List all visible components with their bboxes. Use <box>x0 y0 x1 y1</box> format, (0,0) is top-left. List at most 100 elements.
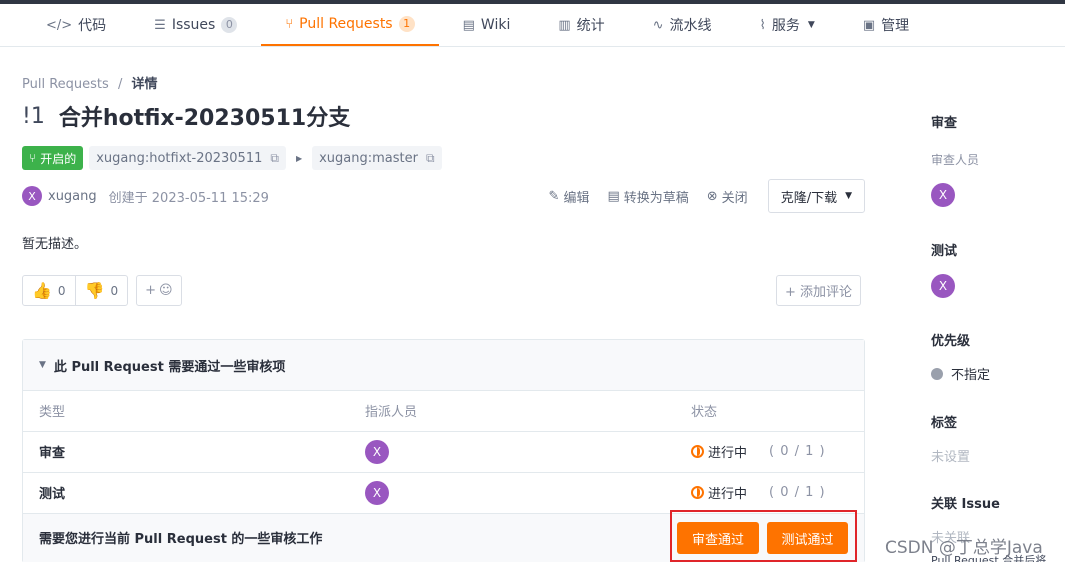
watermark: CSDN @丁总学Java <box>885 538 1043 558</box>
in-progress-icon <box>691 445 704 458</box>
tab-label: Wiki <box>480 17 511 33</box>
issues-count-badge: 0 <box>221 17 238 33</box>
tab-services[interactable]: ⌇ 服务 ▼ <box>736 4 839 46</box>
draft-label: 转换为草稿 <box>623 190 689 206</box>
progress-count: ( 0 / 1 ) <box>769 485 826 500</box>
tab-label: 代码 <box>78 18 107 34</box>
avatar[interactable]: X <box>365 480 389 505</box>
column-header: 类型 <box>23 391 349 432</box>
clone-download-button[interactable]: 克隆/下载 ▼ <box>767 179 865 213</box>
breadcrumb-root-link[interactable]: Pull Requests <box>22 77 109 92</box>
tab-label: Pull Requests <box>299 16 393 32</box>
tab-stats[interactable]: ▥ 统计 <box>534 4 628 46</box>
clone-label: 克隆/下载 <box>780 190 838 206</box>
author-name[interactable]: xugang <box>48 189 97 204</box>
tab-pull-requests[interactable]: ⑂ Pull Requests 1 <box>261 4 439 46</box>
status-text: 进行中 <box>708 446 748 461</box>
copy-icon[interactable]: ⧉ <box>426 151 435 166</box>
tab-label: 统计 <box>576 18 605 34</box>
status-cell: 进行中 ( 0 / 1 ) <box>675 431 864 473</box>
service-icon: ⌇ <box>759 17 766 33</box>
thumbs-up-button[interactable]: 👍 0 <box>23 276 75 305</box>
target-branch-label: xugang:master <box>319 150 418 166</box>
convert-draft-button[interactable]: ▤ 转换为草稿 <box>607 187 688 206</box>
arrow-right-icon: ▶ <box>295 153 303 163</box>
priority-dot-icon <box>931 367 943 380</box>
avatar[interactable]: X <box>22 186 42 206</box>
breadcrumb-separator: / <box>117 77 123 92</box>
sidebar-review-title: 审查 <box>931 116 958 131</box>
draft-icon: ▤ <box>607 188 620 204</box>
caret-down-icon: ▼ <box>845 191 852 201</box>
page-title: !1 合并hotfix-20230511分支 <box>22 100 350 132</box>
review-type: 测试 <box>23 472 349 514</box>
edit-icon: ✎ <box>548 188 560 204</box>
breadcrumb-current: 详情 <box>131 77 158 92</box>
code-icon: </> <box>46 17 73 33</box>
pr-description: 暂无描述。 <box>22 237 88 252</box>
pull-request-icon: ⑂ <box>285 16 294 32</box>
pull-request-icon: ⑂ <box>29 151 37 165</box>
labels-value[interactable]: 未设置 <box>931 446 970 465</box>
wiki-icon: ▤ <box>462 17 475 33</box>
priority-value[interactable]: 不指定 <box>931 364 990 383</box>
in-progress-icon <box>691 486 704 499</box>
table-row: 测试 X 进行中 ( 0 / 1 ) <box>23 472 864 514</box>
tab-code[interactable]: </> 代码 <box>22 4 130 46</box>
avatar[interactable]: X <box>365 439 389 464</box>
assignee-cell: X <box>349 472 675 514</box>
branch-info: ⑂ 开启的 xugang:hotfixt-20230511 ⧉ ▶ xugang… <box>22 146 442 170</box>
pr-actions: ✎ 编辑 ▤ 转换为草稿 ⊗ 关闭 克隆/下载 ▼ <box>549 179 865 213</box>
caret-down-icon: ▼ <box>39 360 46 370</box>
avatar[interactable]: X <box>931 274 955 298</box>
close-button[interactable]: ⊗ 关闭 <box>707 187 748 206</box>
breadcrumb: Pull Requests / 详情 <box>22 73 157 92</box>
copy-icon[interactable]: ⧉ <box>270 151 279 166</box>
reactions-bar: 👍 0 👎 0 + ☺ <box>22 275 182 306</box>
thumbs-down-icon: 👎 <box>84 281 105 300</box>
thumbs-up-count: 0 <box>57 283 66 298</box>
chart-icon: ▥ <box>558 17 571 33</box>
target-branch[interactable]: xugang:master ⧉ <box>312 146 442 170</box>
tab-pipeline[interactable]: ∿ 流水线 <box>629 4 736 46</box>
tab-label: 服务 <box>771 18 800 34</box>
reaction-group: 👍 0 👎 0 <box>22 275 129 306</box>
tab-issues[interactable]: ☰ Issues 0 <box>130 4 261 46</box>
column-header: 指派人员 <box>349 391 675 432</box>
edit-label: 编辑 <box>563 190 590 206</box>
review-panel-header[interactable]: ▼ 此 Pull Request 需要通过一些审核项 <box>23 340 864 391</box>
plus-label: + <box>145 283 157 298</box>
status-text: 进行中 <box>708 487 748 502</box>
source-branch[interactable]: xugang:hotfixt-20230511 ⧉ <box>89 146 286 170</box>
tab-label: 流水线 <box>669 18 712 34</box>
avatar[interactable]: X <box>931 183 955 207</box>
review-header-text: 此 Pull Request 需要通过一些审核项 <box>53 359 286 375</box>
manage-icon: ▣ <box>862 17 876 33</box>
close-icon: ⊗ <box>706 188 718 204</box>
pr-number: !1 <box>22 103 45 129</box>
progress-count: ( 0 / 1 ) <box>769 444 826 459</box>
sidebar-test-title: 测试 <box>931 244 958 259</box>
approve-test-button[interactable]: 测试通过 <box>767 522 848 554</box>
edit-button[interactable]: ✎ 编辑 <box>549 187 590 206</box>
issues-icon: ☰ <box>154 17 166 33</box>
caret-down-icon: ▼ <box>807 20 815 30</box>
tab-wiki[interactable]: ▤ Wiki <box>439 4 535 46</box>
pipeline-icon: ∿ <box>652 17 664 33</box>
sidebar-priority-title: 优先级 <box>931 334 971 349</box>
sidebar-reviewers-label: 审查人员 <box>931 153 980 167</box>
source-branch-label: xugang:hotfixt-20230511 <box>96 150 263 166</box>
review-type: 审查 <box>23 431 349 473</box>
add-reaction-button[interactable]: + ☺ <box>136 275 182 306</box>
thumbs-up-icon: 👍 <box>32 281 52 300</box>
add-comment-button[interactable]: + 添加评论 <box>776 275 862 306</box>
tab-label: Issues <box>171 17 216 33</box>
repo-tabs: </> 代码 ☰ Issues 0 ⑂ Pull Requests 1 ▤ Wi… <box>0 4 1065 47</box>
status-badge-label: 开启的 <box>40 151 77 166</box>
tab-manage[interactable]: ▣ 管理 <box>839 4 933 46</box>
approve-review-button[interactable]: 审查通过 <box>677 522 759 554</box>
table-row: 审查 X 进行中 ( 0 / 1 ) <box>23 431 864 473</box>
tab-label: 管理 <box>881 18 910 34</box>
priority-label: 不指定 <box>951 368 991 383</box>
thumbs-down-button[interactable]: 👎 0 <box>74 276 128 305</box>
